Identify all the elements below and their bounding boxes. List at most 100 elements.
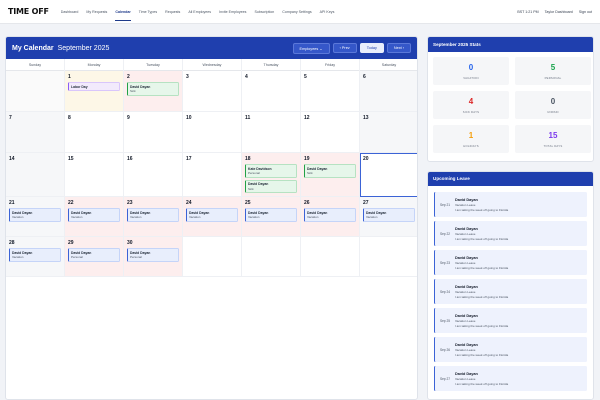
nav-time-types[interactable]: Time Types (139, 0, 157, 24)
calendar-day-cell[interactable] (301, 237, 360, 277)
calendar-event[interactable]: David Dayan Vacation (363, 208, 415, 222)
calendar-event[interactable]: David Dayan Sick (304, 164, 356, 178)
leave-type: Vacation Leave (455, 318, 476, 323)
calendar-day-cell[interactable]: 28 David Dayan Vacation (6, 237, 65, 277)
employees-dropdown[interactable]: Employees ⌄ (292, 42, 330, 54)
calendar-event[interactable]: David Dayan Vacation (186, 208, 238, 222)
event-leave-type: Vacation (130, 215, 142, 219)
calendar-day-cell[interactable]: 14 (6, 153, 65, 197)
calendar-day-cell[interactable]: 22 David Dayan Vacation (65, 197, 124, 237)
upcoming-leave-item[interactable]: Sep 21 David Dayan Vacation Leave I am taki… (434, 192, 587, 217)
calendar-event[interactable]: David Dayan Vacation (245, 208, 297, 222)
calendar-event[interactable]: Kate Davidson Personal (245, 164, 297, 178)
calendar-day-cell[interactable]: 23 David Dayan Vacation (124, 197, 183, 237)
calendar-day-cell[interactable]: 8 (65, 112, 124, 153)
calendar-event[interactable]: David Dayan Vacation (9, 208, 61, 222)
next-button[interactable]: Next › (386, 43, 411, 53)
calendar-day-cell[interactable]: 13 (360, 112, 417, 153)
nav-calendar[interactable]: Calendar (115, 0, 132, 24)
nav-all-employees[interactable]: All Employees (188, 0, 211, 24)
nav-requests[interactable]: Requests (165, 0, 180, 24)
stats-title: September 2025 Stats (428, 37, 593, 52)
upcoming-leave-item[interactable]: Sep 22 David Dayan Vacation Leave I am taki… (434, 221, 587, 246)
upcoming-leave-item[interactable]: Sep 23 David Dayan Vacation Leave I am taki… (434, 250, 587, 275)
calendar-event[interactable]: David Dayan Sick (245, 179, 297, 193)
calendar-day-cell[interactable]: 5 (301, 71, 360, 112)
calendar-day-cell[interactable]: 17 (183, 153, 242, 197)
calendar-day-cell[interactable]: 29 David Dayan Personal (65, 237, 124, 277)
calendar-day-cell[interactable]: 7 (6, 112, 65, 153)
calendar-day-cell[interactable] (242, 237, 301, 277)
day-number: 25 (245, 200, 251, 206)
calendar-day-cell[interactable]: 9 (124, 112, 183, 153)
upcoming-leave-item[interactable]: Sep 24 David Dayan Vacation Leave I am taki… (434, 279, 587, 304)
calendar-day-cell[interactable]: 4 (242, 71, 301, 112)
day-number: 4 (245, 74, 248, 80)
leave-date: Sep 27 (439, 376, 451, 381)
calendar-day-cell[interactable]: 20 (360, 153, 417, 197)
calendar-day-cell[interactable]: 1 Labor Day (65, 71, 124, 112)
calendar-day-cell[interactable] (360, 237, 417, 277)
calendar-controls: Employees ⌄ ‹ Prev Today Next › (292, 42, 411, 54)
calendar-day-cell[interactable] (6, 71, 65, 112)
calendar-day-cell[interactable]: 25 David Dayan Vacation (242, 197, 301, 237)
prev-button[interactable]: ‹ Prev (332, 43, 357, 53)
upcoming-title: Upcoming Leave (428, 172, 593, 186)
calendar-day-cell[interactable] (183, 237, 242, 277)
app-logo[interactable]: TIME OFF (8, 7, 49, 16)
calendar-day-cell[interactable]: 6 (360, 71, 417, 112)
nav-api-keys[interactable]: API Keys (320, 0, 335, 24)
calendar-day-cell[interactable]: 19 David Dayan Sick (301, 153, 360, 197)
calendar-day-cell[interactable]: 3 (183, 71, 242, 112)
upcoming-leave-item[interactable]: Sep 26 David Dayan Vacation Leave I am taki… (434, 337, 587, 362)
calendar-day-cell[interactable]: 11 (242, 112, 301, 153)
day-number: 21 (9, 200, 15, 206)
leave-name: David Dayan (455, 313, 478, 318)
stat-label: TOTAL DAYS (543, 144, 563, 148)
upcoming-list: Sep 21 David Dayan Vacation Leave I am taki… (428, 186, 593, 391)
day-number: 29 (68, 240, 74, 246)
calendar-event[interactable]: David Dayan Vacation (127, 208, 179, 222)
leave-date: Sep 26 (439, 347, 451, 352)
nav-invite-employees[interactable]: Invite Employees (219, 0, 246, 24)
event-leave-type: Vacation (71, 215, 83, 219)
calendar-event[interactable]: Labor Day (68, 82, 120, 91)
calendar-day-cell[interactable]: 18 Kate Davidson Personal David Dayan Sick (242, 153, 301, 197)
event-employee-name: David Dayan (248, 210, 269, 215)
calendar-event[interactable]: David Dayan Vacation (9, 248, 61, 262)
sign-out-link[interactable]: Sign out (579, 10, 592, 14)
calendar-event[interactable]: David Dayan Sick (127, 82, 179, 96)
calendar-day-cell[interactable]: 27 David Dayan Vacation (360, 197, 417, 237)
nav-my-requests[interactable]: My Requests (86, 0, 107, 24)
calendar-day-cell[interactable]: 26 David Dayan Vacation (301, 197, 360, 237)
upcoming-leave-item[interactable]: Sep 25 David Dayan Vacation Leave I am taki… (434, 308, 587, 333)
calendar-day-cell[interactable]: 21 David Dayan Vacation (6, 197, 65, 237)
calendar-day-cell[interactable]: 24 David Dayan Vacation (183, 197, 242, 237)
calendar-event[interactable]: David Dayan Vacation (304, 208, 356, 222)
calendar-day-cell[interactable]: 2 David Dayan Sick (124, 71, 183, 112)
nav-dashboard[interactable]: Dashboard (61, 0, 79, 24)
calendar-month: September 2025 (57, 44, 110, 52)
stat-value: 0 (550, 97, 556, 106)
event-leave-type: Personal (248, 171, 260, 175)
today-button[interactable]: Today (359, 43, 384, 53)
stat-label: UNPAID (547, 110, 559, 114)
calendar-day-cell[interactable]: 10 (183, 112, 242, 153)
stat-value: 15 (548, 131, 558, 140)
user-name[interactable]: Taylor Dashboard (545, 10, 573, 14)
nav-subscription[interactable]: Subscription (254, 0, 274, 24)
leave-note: I am taking the week off going to Florid… (455, 323, 509, 328)
leave-note: I am taking the week off going to Florid… (455, 265, 509, 270)
calendar-event[interactable]: David Dayan Personal (127, 248, 179, 262)
calendar-event[interactable]: David Dayan Vacation (68, 208, 120, 222)
calendar-event[interactable]: David Dayan Personal (68, 248, 120, 262)
calendar-day-cell[interactable]: 12 (301, 112, 360, 153)
leave-date: Sep 24 (439, 289, 451, 294)
calendar-day-cell[interactable]: 30 David Dayan Personal (124, 237, 183, 277)
leave-note: I am taking the week off going to Florid… (455, 352, 509, 357)
calendar-day-cell[interactable]: 16 (124, 153, 183, 197)
day-number: 1 (68, 74, 71, 80)
upcoming-leave-item[interactable]: Sep 27 David Dayan Vacation Leave I am taki… (434, 366, 587, 391)
nav-company-settings[interactable]: Company Settings (282, 0, 311, 24)
calendar-day-cell[interactable]: 15 (65, 153, 124, 197)
